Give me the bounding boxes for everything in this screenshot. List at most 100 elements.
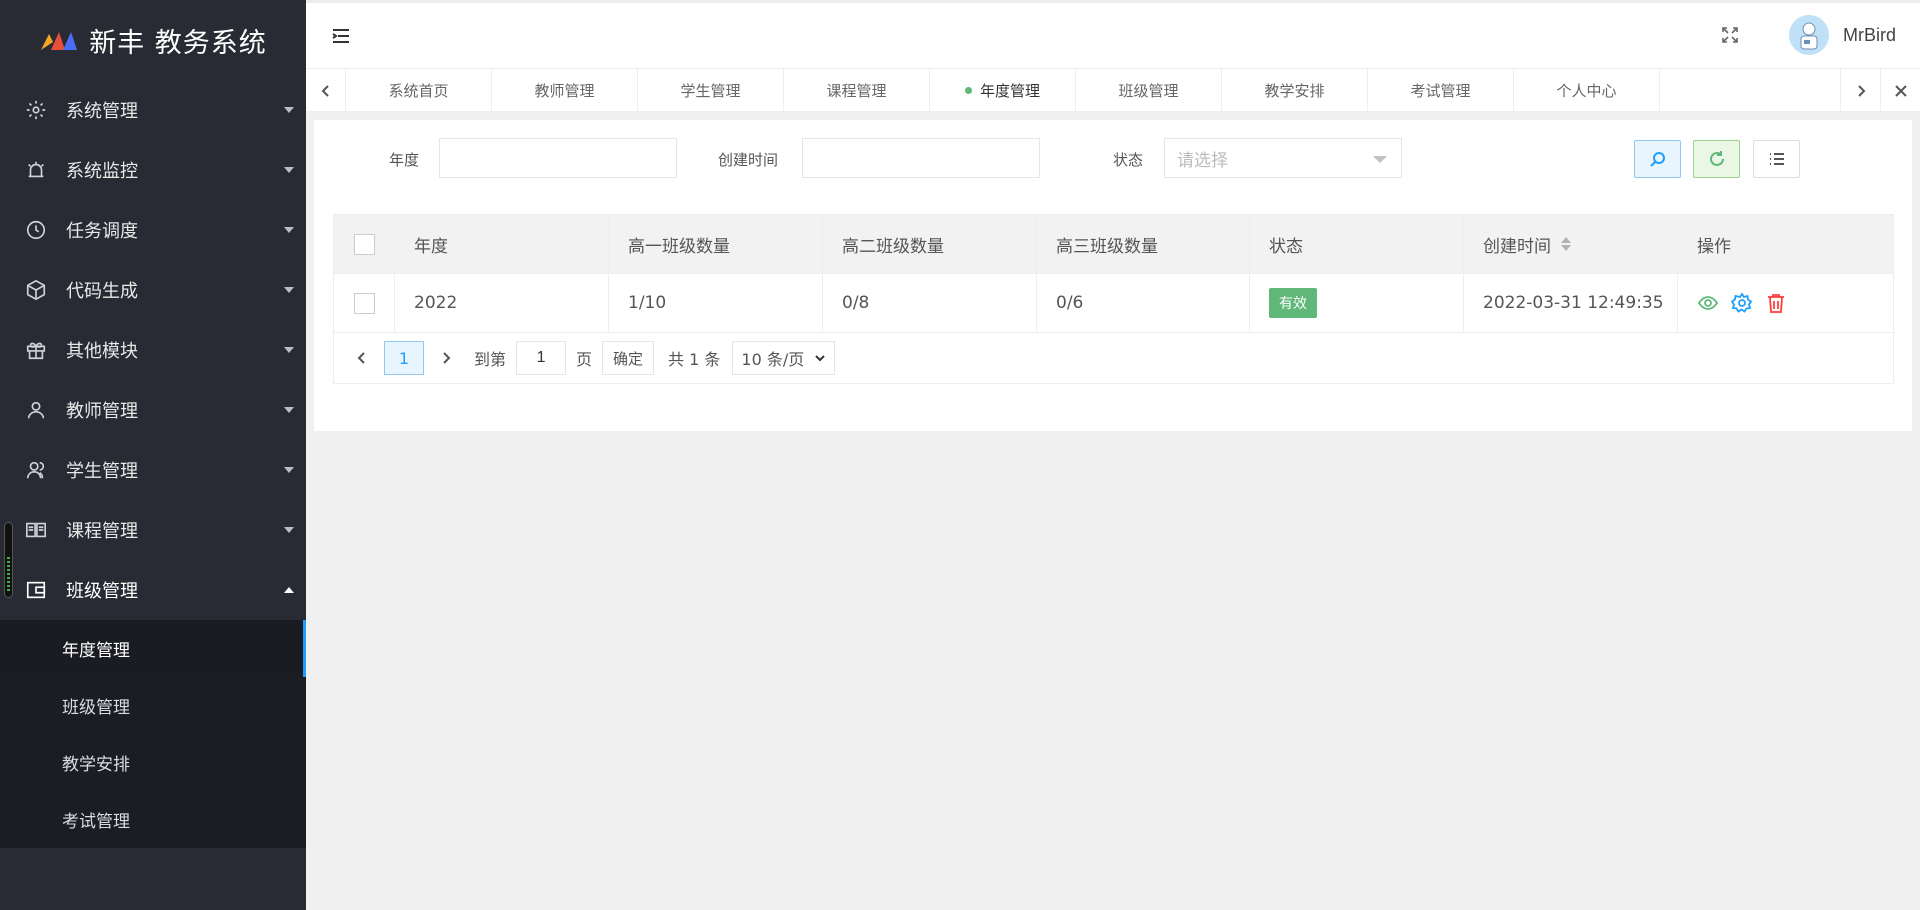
sidebar-item-teachers[interactable]: 教师管理 — [0, 380, 306, 440]
chevron-right-icon — [1857, 84, 1865, 97]
tab-scroll-right-button[interactable] — [1840, 69, 1880, 112]
clock-icon — [24, 218, 48, 242]
delete-icon[interactable] — [1765, 292, 1787, 314]
user-icon — [24, 398, 48, 422]
settings-icon[interactable] — [1730, 292, 1753, 314]
chevron-left-icon — [357, 352, 365, 364]
tab-year[interactable]: 年度管理 — [930, 69, 1076, 111]
chevron-left-icon — [321, 84, 329, 97]
view-icon[interactable] — [1697, 292, 1719, 314]
table-row: 2022 1/10 0/8 0/6 有效 2022-03-31 12:49:35 — [334, 274, 1893, 333]
status-badge: 有效 — [1269, 288, 1317, 318]
brand-logo-icon — [41, 32, 78, 50]
sidebar-item-label: 其他模块 — [66, 341, 138, 362]
tab-classes[interactable]: 班级管理 — [1076, 69, 1222, 111]
brand-title: 新丰 教务系统 — [89, 27, 267, 59]
tab-teaching[interactable]: 教学安排 — [1222, 69, 1368, 111]
fullscreen-icon[interactable] — [1720, 25, 1740, 45]
chevron-down-icon — [284, 407, 294, 413]
sidebar-item-label: 代码生成 — [66, 281, 138, 302]
tab-home[interactable]: 系统首页 — [346, 69, 492, 111]
submenu-item-exam[interactable]: 考试管理 — [0, 791, 306, 848]
tab-teachers[interactable]: 教师管理 — [492, 69, 638, 111]
sidebar-item-label: 系统监控 — [66, 161, 138, 182]
page-size-select[interactable]: 10 条/页 — [732, 341, 836, 375]
top-header: MrBird — [306, 0, 1920, 68]
tab-exams[interactable]: 考试管理 — [1368, 69, 1514, 111]
tab-scroll-left-button[interactable] — [306, 69, 346, 112]
header-cell-created[interactable]: 创建时间 — [1464, 215, 1678, 273]
chevron-down-icon — [284, 467, 294, 473]
tab-courses[interactable]: 课程管理 — [784, 69, 930, 111]
row-checkbox[interactable] — [353, 292, 375, 314]
goto-page-input[interactable] — [516, 341, 567, 375]
chevron-down-icon — [284, 227, 294, 233]
goto-label: 到第 — [474, 350, 507, 369]
tab-students[interactable]: 学生管理 — [638, 69, 784, 111]
cell-grade2: 0/8 — [823, 274, 1037, 332]
close-icon — [1894, 84, 1907, 97]
total-count: 共 1 条 — [668, 350, 721, 369]
user-menu[interactable]: MrBird — [1789, 15, 1896, 55]
tab-profile[interactable]: 个人中心 — [1514, 69, 1660, 111]
created-time-label: 创建时间 — [718, 151, 779, 169]
submenu-item-teaching[interactable]: 教学安排 — [0, 734, 306, 791]
tab-close-button[interactable] — [1880, 69, 1920, 112]
sidebar-item-schedule[interactable]: 任务调度 — [0, 200, 306, 260]
refresh-button[interactable] — [1693, 140, 1740, 178]
brand-logo[interactable]: 新丰 教务系统 — [0, 0, 306, 80]
chevron-up-icon — [284, 587, 294, 593]
gear-icon — [24, 98, 48, 122]
header-cell-status: 状态 — [1250, 215, 1464, 273]
wallet-icon — [24, 578, 48, 602]
submenu-item-class[interactable]: 班级管理 — [0, 677, 306, 734]
refresh-icon — [1709, 151, 1724, 166]
book-icon — [24, 518, 48, 542]
cell-created: 2022-03-31 12:49:35 — [1464, 274, 1678, 332]
next-page-button[interactable] — [428, 341, 464, 375]
sort-icon[interactable] — [1561, 237, 1571, 251]
content-card: 年度 创建时间 状态 请选择 年度 高一班级数量 高二班级数量 高三班级数量 状… — [314, 120, 1912, 431]
sidebar-item-label: 系统管理 — [66, 101, 138, 122]
gift-icon — [24, 338, 48, 362]
sidebar-scroll-widget[interactable] — [4, 522, 13, 598]
prev-page-button[interactable] — [344, 341, 380, 375]
select-all-checkbox[interactable] — [353, 233, 375, 255]
sidebar-item-students[interactable]: 学生管理 — [0, 440, 306, 500]
menu-toggle-icon[interactable] — [330, 25, 352, 47]
tab-bar: 系统首页 教师管理 学生管理 课程管理 年度管理 班级管理 教学安排 考试管理 … — [306, 68, 1920, 112]
search-form: 年度 创建时间 状态 请选择 — [314, 138, 1912, 180]
sidebar-item-courses[interactable]: 课程管理 — [0, 500, 306, 560]
header-cell-year[interactable]: 年度 — [395, 215, 609, 273]
page-number-current[interactable]: 1 — [384, 341, 424, 375]
year-input[interactable] — [439, 138, 677, 178]
created-time-input[interactable] — [802, 138, 1040, 178]
cell-status: 有效 — [1250, 274, 1464, 332]
tab-list: 系统首页 教师管理 学生管理 课程管理 年度管理 班级管理 教学安排 考试管理 … — [346, 69, 1840, 111]
submenu-item-label: 年度管理 — [62, 641, 130, 661]
sidebar-item-classes[interactable]: 班级管理 — [0, 560, 306, 620]
sidebar-item-codegen[interactable]: 代码生成 — [0, 260, 306, 320]
status-select[interactable]: 请选择 — [1164, 138, 1402, 178]
year-label: 年度 — [389, 151, 420, 169]
tab-label: 班级管理 — [1118, 82, 1179, 100]
cell-select — [334, 274, 395, 332]
sidebar-item-system[interactable]: 系统管理 — [0, 80, 306, 140]
submenu-item-label: 班级管理 — [62, 698, 130, 718]
sidebar-item-others[interactable]: 其他模块 — [0, 320, 306, 380]
sidebar-item-monitor[interactable]: 系统监控 — [0, 140, 306, 200]
header-cell-grade2: 高二班级数量 — [823, 215, 1037, 273]
avatar — [1789, 15, 1829, 55]
tab-controls — [1840, 69, 1920, 112]
alarm-icon — [24, 158, 48, 182]
goto-confirm-button[interactable]: 确定 — [602, 341, 655, 375]
search-button[interactable] — [1634, 140, 1681, 178]
year-table: 年度 高一班级数量 高二班级数量 高三班级数量 状态 创建时间 操作 2022 … — [333, 214, 1894, 384]
submenu-item-year[interactable]: 年度管理 — [0, 620, 306, 677]
cell-grade3: 0/6 — [1037, 274, 1250, 332]
chevron-down-icon — [284, 107, 294, 113]
sidebar-item-label: 班级管理 — [66, 581, 138, 602]
sidebar-item-label: 学生管理 — [66, 461, 138, 482]
sidebar: 新丰 教务系统 系统管理 系统监控 任务调度 代码生成 其他模块 教师管理 学生… — [0, 0, 306, 910]
columns-button[interactable] — [1753, 140, 1800, 178]
